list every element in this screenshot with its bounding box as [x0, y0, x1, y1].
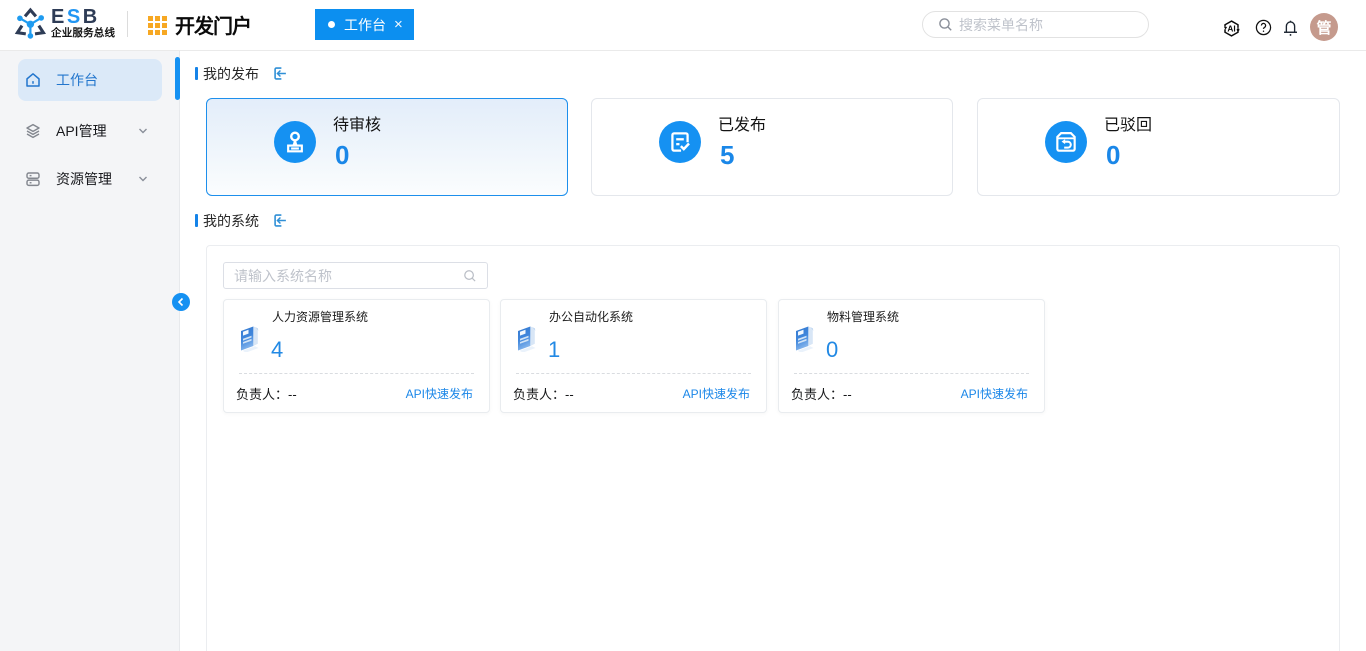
svg-text:AI: AI — [1227, 23, 1235, 33]
